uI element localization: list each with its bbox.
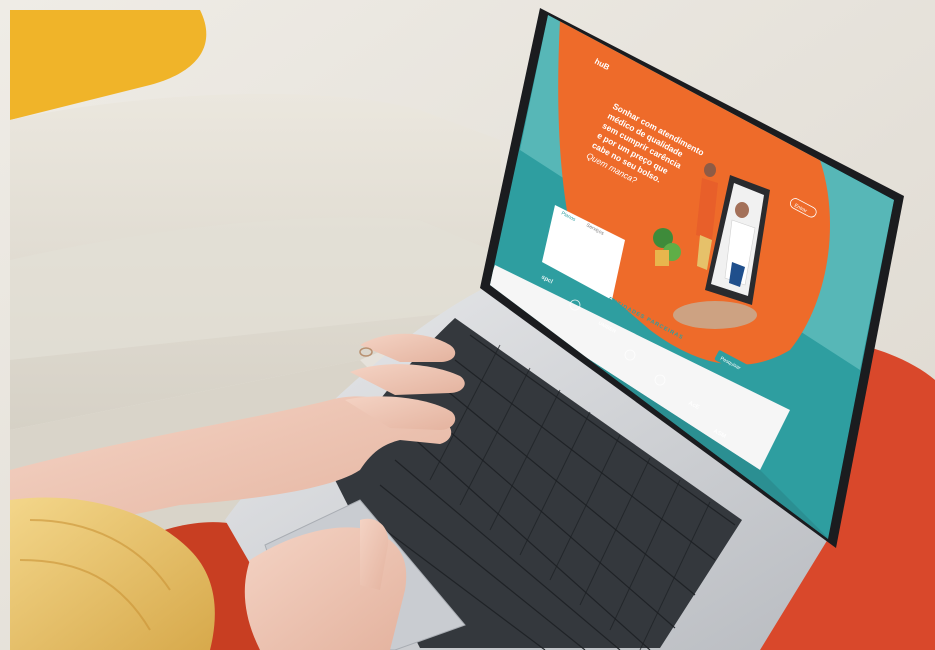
laptop-photo: Sonhar com atendimento médico de qualida… — [0, 0, 935, 650]
